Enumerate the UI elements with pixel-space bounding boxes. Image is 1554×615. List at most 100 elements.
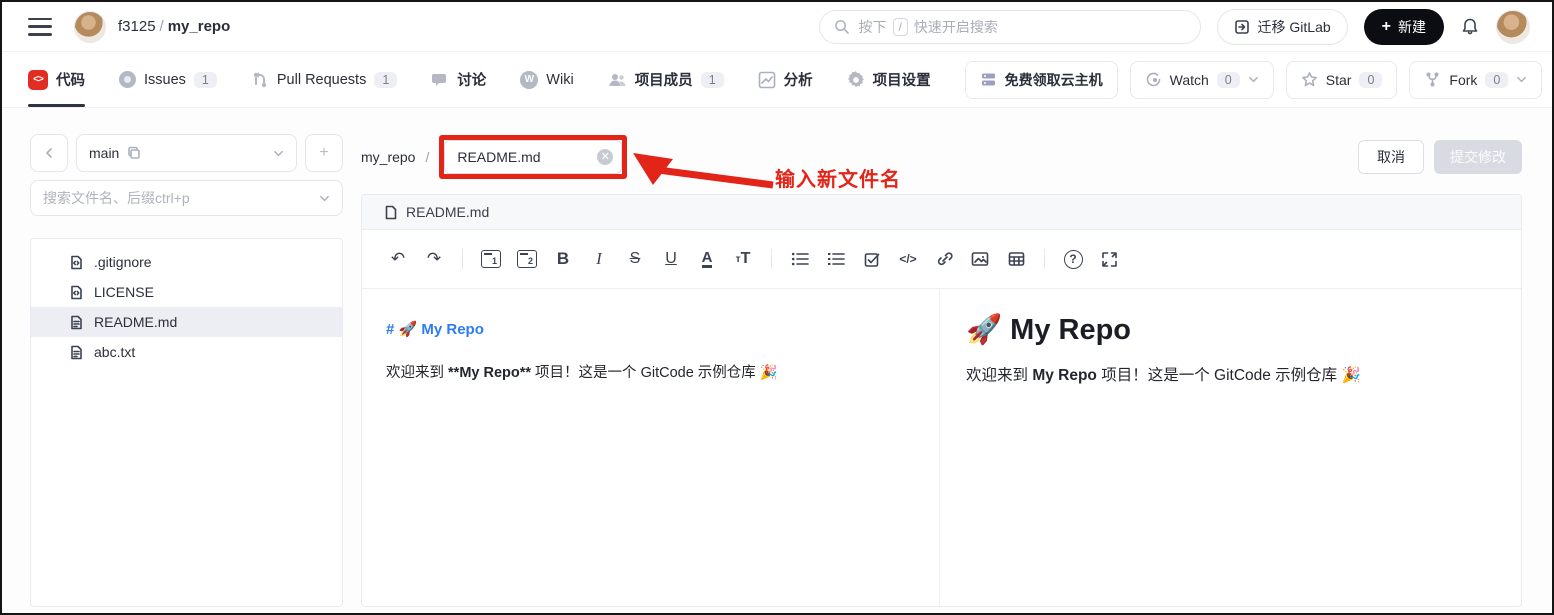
tab-pull-requests[interactable]: Pull Requests 1: [251, 52, 397, 107]
file-tree: .gitignore LICENSE README.md abc.txt: [30, 238, 343, 607]
star-icon: [1301, 71, 1318, 88]
server-icon: [980, 71, 997, 88]
pull-request-icon: [251, 71, 269, 89]
heading2-icon[interactable]: 2: [511, 243, 543, 275]
chevron-down-icon: [1516, 74, 1527, 85]
strikethrough-icon[interactable]: S: [619, 243, 651, 275]
code-file-icon: [69, 255, 84, 270]
file-row-license[interactable]: LICENSE: [31, 277, 342, 307]
owner-avatar[interactable]: [74, 11, 106, 43]
source-heading-line: # 🚀 My Repo: [386, 317, 915, 343]
ordered-list-icon[interactable]: [820, 243, 852, 275]
redo-icon[interactable]: ↷: [418, 243, 450, 275]
members-icon: [608, 71, 627, 89]
star-button[interactable]: Star 0: [1286, 61, 1398, 99]
fork-count: 0: [1485, 72, 1508, 88]
editor-column: my_repo / ✕ 取消 提交修改 输入新文件名: [361, 134, 1522, 607]
chevron-down-icon: [273, 148, 284, 159]
members-count-badge: 1: [701, 72, 724, 88]
doc-file-icon: [69, 345, 84, 360]
tab-analytics[interactable]: 分析: [758, 52, 813, 107]
issue-icon: [119, 71, 136, 88]
tab-wiki[interactable]: W Wiki: [520, 52, 573, 107]
watch-button[interactable]: Watch 0: [1130, 61, 1274, 99]
search-placeholder: 按下 / 快速开启搜索: [859, 17, 998, 37]
path-separator: /: [160, 18, 164, 35]
bullet-list-icon[interactable]: [784, 243, 816, 275]
code-block-icon[interactable]: </>: [892, 243, 924, 275]
analytics-icon: [758, 71, 776, 89]
filename-row: my_repo / ✕ 取消 提交修改 输入新文件名: [361, 134, 1522, 180]
file-row-readme[interactable]: README.md: [31, 307, 342, 337]
notifications-bell-icon[interactable]: [1460, 17, 1480, 37]
breadcrumb-repo[interactable]: my_repo: [361, 149, 415, 165]
migrate-gitlab-button[interactable]: 迁移 GitLab: [1217, 9, 1348, 45]
editor-panes: # 🚀 My Repo 欢迎来到 **My Repo** 项目！这是一个 Git…: [362, 289, 1521, 606]
chevron-left-icon: [43, 147, 55, 159]
doc-file-icon: [69, 315, 84, 330]
cancel-button[interactable]: 取消: [1358, 140, 1424, 174]
global-search-input[interactable]: 按下 / 快速开启搜索: [819, 10, 1201, 44]
annotation-highlight-box: ✕: [439, 135, 627, 179]
fullscreen-icon[interactable]: [1093, 243, 1125, 275]
star-count: 0: [1359, 72, 1382, 88]
chevron-down-icon: [1248, 74, 1259, 85]
undo-icon[interactable]: ↶: [382, 243, 414, 275]
filename-input[interactable]: [444, 140, 622, 174]
image-icon[interactable]: [964, 243, 996, 275]
heading1-icon[interactable]: 1: [475, 243, 507, 275]
user-avatar[interactable]: [1496, 10, 1530, 44]
header-right: 按下 / 快速开启搜索 迁移 GitLab + 新建: [819, 9, 1530, 45]
markdown-source-pane[interactable]: # 🚀 My Repo 欢迎来到 **My Repo** 项目！这是一个 Git…: [362, 289, 940, 606]
font-color-icon[interactable]: A: [691, 243, 723, 275]
tab-issues[interactable]: Issues 1: [119, 52, 217, 107]
copy-icon[interactable]: [127, 146, 141, 160]
help-icon[interactable]: ?: [1057, 243, 1089, 275]
repo-name-link[interactable]: my_repo: [168, 18, 231, 35]
markdown-editor: README.md ↶ ↷ 1 2 B I S U A ᴛT: [361, 194, 1522, 607]
preview-heading: 🚀 My Repo: [966, 313, 1495, 347]
app-window: f3125/my_repo 按下 / 快速开启搜索 迁移 GitLab + 新建: [0, 0, 1554, 615]
bold-icon[interactable]: B: [547, 243, 579, 275]
branch-selector[interactable]: main: [76, 134, 297, 172]
edit-actions: 取消 提交修改: [1358, 140, 1522, 174]
tab-discussion[interactable]: 讨论: [431, 52, 486, 107]
file-sidebar: main + .gitignore LICENSE: [30, 134, 343, 607]
link-icon[interactable]: [928, 243, 960, 275]
table-icon[interactable]: [1000, 243, 1032, 275]
breadcrumb: f3125/my_repo: [118, 18, 230, 35]
free-cloud-host-button[interactable]: 免费领取云主机: [965, 61, 1118, 99]
watch-eye-icon: [1145, 71, 1162, 88]
fork-icon: [1424, 71, 1441, 88]
collapse-sidebar-button[interactable]: [30, 134, 68, 172]
repo-owner-link[interactable]: f3125: [118, 18, 156, 35]
branch-name: main: [89, 145, 119, 161]
font-size-icon[interactable]: ᴛT: [727, 243, 759, 275]
file-row-abc[interactable]: abc.txt: [31, 337, 342, 367]
annotation-label: 输入新文件名: [775, 163, 901, 192]
file-row-gitignore[interactable]: .gitignore: [31, 247, 342, 277]
source-paragraph-line: 欢迎来到 **My Repo** 项目！这是一个 GitCode 示例仓库 🎉: [386, 361, 915, 386]
code-file-icon: [69, 285, 84, 300]
underline-icon[interactable]: U: [655, 243, 687, 275]
tab-members[interactable]: 项目成员 1: [608, 52, 724, 107]
fork-button[interactable]: Fork 0: [1409, 61, 1542, 99]
code-icon: <>: [28, 70, 48, 90]
gear-icon: [847, 71, 865, 89]
italic-icon[interactable]: I: [583, 243, 615, 275]
nav-actions: 免费领取云主机 Watch 0 Star 0 Fork 0: [965, 61, 1543, 99]
tab-settings[interactable]: 项目设置: [847, 52, 931, 107]
file-search-box[interactable]: [30, 180, 343, 216]
new-button[interactable]: + 新建: [1364, 9, 1444, 45]
add-file-button[interactable]: +: [305, 134, 343, 172]
top-header: f3125/my_repo 按下 / 快速开启搜索 迁移 GitLab + 新建: [2, 2, 1552, 52]
tab-code[interactable]: <> 代码: [28, 52, 85, 107]
file-search-input[interactable]: [43, 190, 319, 206]
hamburger-menu-icon[interactable]: [28, 18, 52, 36]
task-list-icon[interactable]: [856, 243, 888, 275]
search-icon: [834, 19, 849, 34]
watch-count: 0: [1217, 72, 1240, 88]
submit-changes-button[interactable]: 提交修改: [1434, 140, 1522, 174]
preview-paragraph: 欢迎来到 My Repo 项目！这是一个 GitCode 示例仓库 🎉: [966, 363, 1495, 385]
slash-keycap: /: [893, 18, 908, 36]
